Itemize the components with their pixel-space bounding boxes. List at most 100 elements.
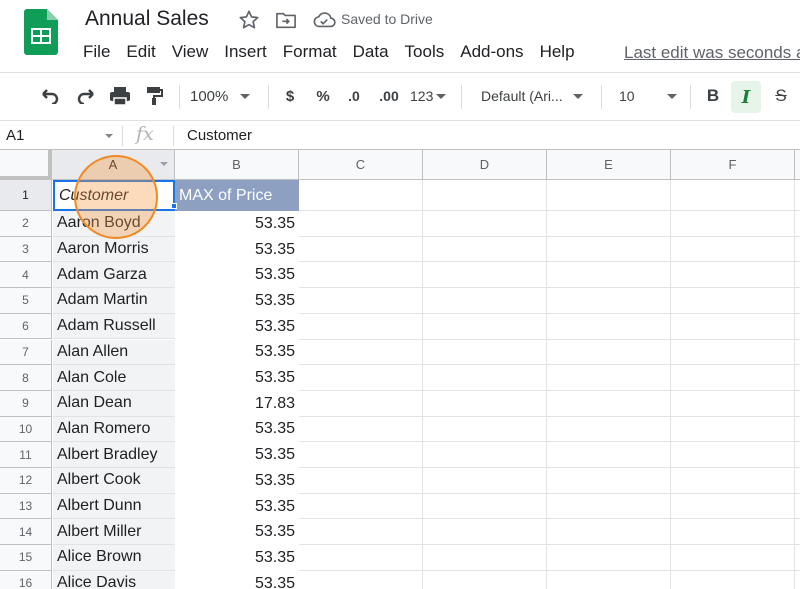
price-cell[interactable]: 53.35 [175,288,299,314]
price-cell[interactable]: 53.35 [175,237,299,263]
price-cell[interactable]: 53.35 [175,314,299,340]
customer-cell[interactable]: Alan Cole [53,365,175,391]
chevron-down-icon[interactable] [105,134,113,138]
price-cell[interactable]: 53.35 [175,571,299,589]
row-header[interactable]: 6 [0,313,52,340]
customer-cell[interactable]: Alan Allen [53,339,175,366]
star-icon[interactable] [238,9,260,31]
gridline [299,312,800,314]
price-cell[interactable]: 53.35 [175,468,299,494]
customer-cell[interactable]: Aaron Morris [53,236,175,263]
price-cell[interactable]: 53.35 [175,262,299,288]
redo-button[interactable] [72,83,100,109]
row-header[interactable]: 4 [0,262,52,289]
price-cell[interactable]: 53.35 [175,545,299,571]
chevron-down-icon [666,93,677,99]
price-cell[interactable]: 53.35 [175,211,299,237]
print-button[interactable] [106,83,134,109]
customer-cell[interactable]: Alan Dean [53,390,175,417]
customer-cell[interactable]: Alice Brown [53,545,175,571]
price-cell[interactable]: 53.35 [175,519,299,545]
row-header[interactable]: 13 [0,493,52,520]
row-header[interactable]: 3 [0,236,52,263]
bold-button[interactable]: B [700,83,726,109]
column-header-g[interactable] [795,150,800,180]
menu-data[interactable]: Data [345,42,397,64]
customer-cell[interactable]: Alice Davis [53,570,175,589]
undo-button[interactable] [36,83,64,109]
menu-view[interactable]: View [164,42,217,64]
menu-help[interactable]: Help [532,42,583,64]
price-cell[interactable]: 53.35 [175,442,299,468]
select-all-corner[interactable] [0,150,52,180]
chevron-down-icon[interactable] [160,162,168,166]
italic-button[interactable]: I [731,81,761,113]
row-header[interactable]: 8 [0,365,52,391]
customer-cell[interactable]: Alan Romero [53,416,175,443]
customer-cell[interactable]: Adam Martin [53,288,175,314]
paint-format-icon [147,87,163,105]
row-header[interactable]: 14 [0,519,52,546]
header-cell-customer[interactable]: Customer [53,180,175,211]
gridline [299,569,800,571]
name-box[interactable]: A1 [6,127,24,144]
more-formats-select[interactable]: 123 [410,83,452,109]
strikethrough-button[interactable]: S [768,83,794,109]
column-header-b[interactable]: B [175,150,299,180]
row-header[interactable]: 5 [0,288,52,314]
currency-format-button[interactable]: $ [280,83,300,109]
price-cell[interactable]: 53.35 [175,365,299,391]
header-cell-max-price[interactable]: MAX of Price [175,180,299,211]
menu-addons[interactable]: Add-ons [452,42,531,64]
menu-format[interactable]: Format [275,42,345,64]
price-cell[interactable]: 53.35 [175,340,299,366]
menu-edit[interactable]: Edit [118,42,163,64]
row-header[interactable]: 12 [0,468,52,494]
formula-bar: A1 fx Customer [0,120,800,150]
column-header-c[interactable]: C [299,150,423,180]
zoom-select[interactable]: 100% [190,83,260,109]
customer-cell[interactable]: Albert Bradley [53,442,175,468]
row-header[interactable]: 16 [0,570,52,589]
customer-cell[interactable]: Albert Cook [53,468,175,494]
gridline [299,235,800,237]
cloud-saved-icon[interactable] [312,10,336,30]
column-header-f[interactable]: F [671,150,795,180]
sheets-logo-icon[interactable] [24,9,58,55]
decrease-decimal-button[interactable]: .0 [342,83,366,109]
font-size-select[interactable]: 10 [619,83,681,109]
menu-tools[interactable]: Tools [397,42,453,64]
font-family-value: Default (Ari... [481,88,563,104]
menu-insert[interactable]: Insert [216,42,275,64]
document-title[interactable]: Annual Sales [85,7,209,31]
formula-input[interactable]: Customer [187,127,252,144]
gridline [299,338,800,340]
font-family-select[interactable]: Default (Ari... [481,83,593,109]
paint-format-button[interactable] [140,83,168,109]
column-header-a[interactable]: A [52,150,175,180]
row-header[interactable]: 10 [0,416,52,443]
percent-format-button[interactable]: % [312,83,334,109]
row-header[interactable]: 9 [0,390,52,417]
customer-cell[interactable]: Albert Miller [53,519,175,546]
price-cell[interactable]: 17.83 [175,391,299,417]
increase-decimal-button[interactable]: .00 [374,83,404,109]
fill-handle[interactable] [171,203,177,209]
customer-cell[interactable]: Adam Russell [53,313,175,340]
customer-cell[interactable]: Adam Garza [53,262,175,289]
row-header[interactable]: 15 [0,545,52,571]
row-header[interactable]: 2 [0,211,52,237]
move-to-folder-icon[interactable] [275,10,297,30]
row-header[interactable]: 11 [0,442,52,468]
last-edit-link[interactable]: Last edit was seconds ago [624,43,800,63]
column-header-e[interactable]: E [547,150,671,180]
customer-cell[interactable]: Aaron Boyd [53,211,175,237]
menu-file[interactable]: File [75,42,118,64]
redo-icon [77,89,94,104]
row-header[interactable]: 1 [0,180,52,211]
price-cell[interactable]: 53.35 [175,494,299,520]
row-header[interactable]: 7 [0,339,52,366]
price-cell[interactable]: 53.35 [175,417,299,443]
column-header-d[interactable]: D [423,150,547,180]
customer-cell[interactable]: Albert Dunn [53,493,175,520]
